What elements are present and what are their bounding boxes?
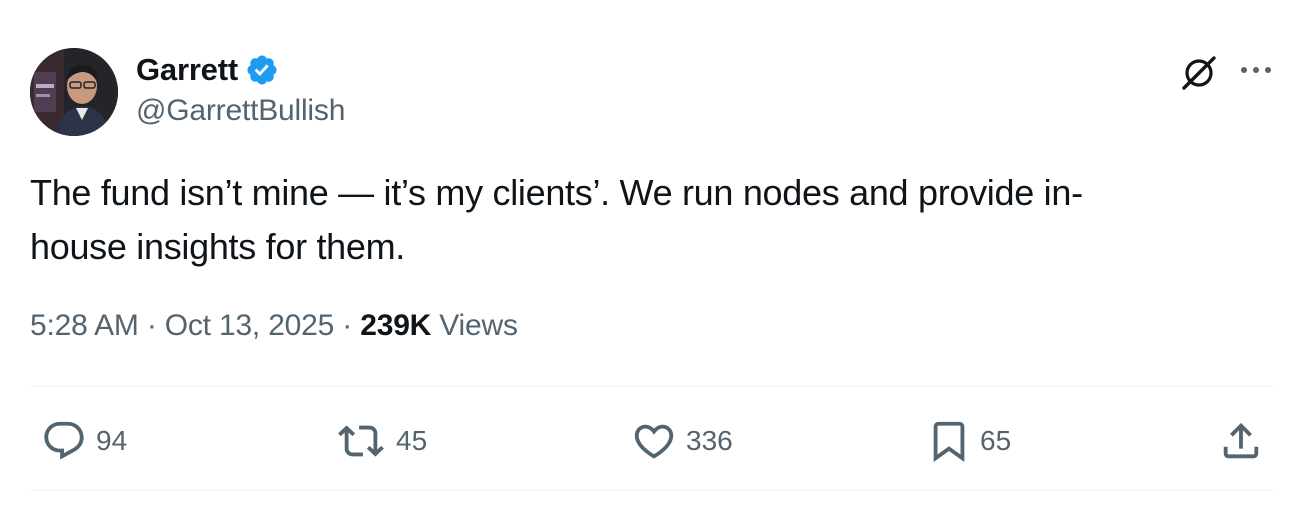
meta-separator: · — [146, 309, 157, 342]
tweet-meta: 5:28 AM · Oct 13, 2025 · 239K Views — [30, 309, 518, 343]
more-icon[interactable] — [1236, 60, 1276, 80]
avatar-image — [30, 48, 118, 136]
author-name-row: Garrett — [136, 50, 279, 90]
like-button[interactable]: 336 — [630, 418, 733, 464]
meta-separator: · — [342, 309, 353, 342]
bookmark-icon — [933, 421, 965, 462]
tweet-time[interactable]: 5:28 AM — [30, 309, 139, 342]
divider — [30, 386, 1275, 387]
like-icon — [634, 424, 674, 459]
tweet-text: The fund isn’t mine — it’s my clients’. … — [30, 172, 1083, 267]
avatar[interactable] — [30, 48, 118, 136]
grok-icon[interactable] — [1178, 52, 1220, 94]
bookmark-button[interactable]: 65 — [926, 418, 1011, 464]
retweet-icon — [338, 425, 384, 457]
tweet-date[interactable]: Oct 13, 2025 — [165, 309, 335, 342]
author-name[interactable]: Garrett — [136, 52, 238, 88]
repost-count: 45 — [396, 425, 428, 456]
author-handle[interactable]: @GarrettBullish — [136, 94, 345, 128]
views-label[interactable]: Views — [439, 309, 518, 342]
bookmark-count: 65 — [980, 425, 1012, 456]
divider — [30, 490, 1275, 491]
repost-button[interactable]: 45 — [334, 418, 427, 464]
share-icon — [1223, 422, 1259, 459]
share-button[interactable] — [1218, 418, 1264, 464]
reply-icon — [44, 421, 84, 460]
verified-badge-icon — [245, 53, 279, 87]
reply-button[interactable]: 94 — [40, 418, 127, 464]
tweet: Garrett @GarrettBullish The fund isn’t m… — [0, 0, 1308, 516]
views-count[interactable]: 239K — [360, 309, 431, 342]
reply-count: 94 — [96, 425, 128, 456]
like-count: 336 — [686, 425, 733, 456]
